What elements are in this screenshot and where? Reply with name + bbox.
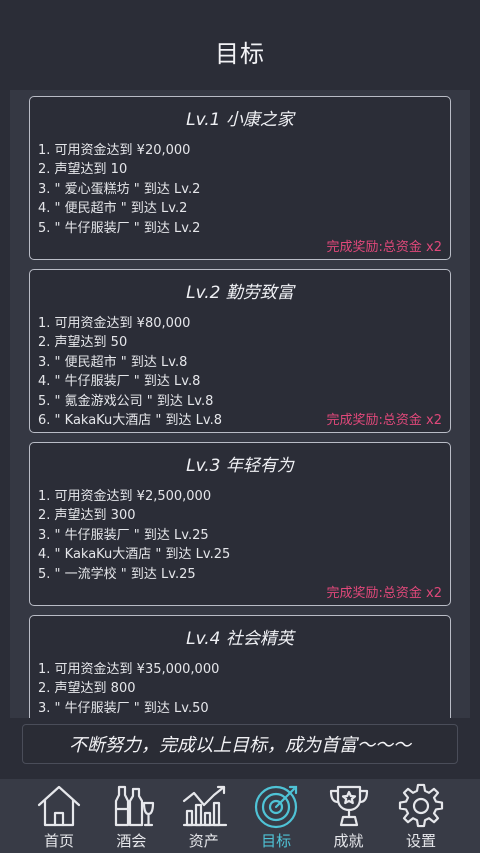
wine-bottles-icon bbox=[107, 783, 155, 829]
page-title: 目标 bbox=[215, 39, 265, 68]
home-icon bbox=[35, 783, 83, 829]
requirement-item: 5. " 一流学校 " 到达 Lv.25 bbox=[38, 566, 196, 582]
goal-title: Lv.1 小康之家 bbox=[186, 110, 294, 130]
goal-card-lv4[interactable]: Lv.4 社会精英 1. 可用资金达到 ¥35,000,000 2. 声望达到 … bbox=[29, 615, 451, 718]
goal-title: Lv.4 社会精英 bbox=[186, 629, 294, 649]
app-root: 目标 Lv.1 小康之家 1. 可用资金达到 ¥20,000 2. 声望达到 1… bbox=[0, 0, 480, 853]
goal-reward: 完成奖励:总资金 x2 bbox=[326, 413, 442, 428]
requirement-item: 1. 可用资金达到 ¥80,000 bbox=[38, 316, 191, 331]
goal-reward: 完成奖励:总资金 x2 bbox=[326, 240, 442, 255]
goal-card-lv3[interactable]: Lv.3 年轻有为 1. 可用资金达到 ¥2,500,000 2. 声望达到 3… bbox=[29, 442, 451, 606]
target-icon bbox=[252, 783, 300, 829]
nav-achievements[interactable]: 成就 bbox=[314, 779, 384, 853]
requirement-item: 2. 声望达到 50 bbox=[38, 335, 128, 351]
requirement-list: 1. 可用资金达到 ¥20,000 2. 声望达到 10 3. " 爱心蛋糕坊 … bbox=[38, 141, 200, 238]
bottom-nav: 首页 酒会 资产 目标 成就 设置 bbox=[0, 779, 480, 853]
nav-label: 成就 bbox=[333, 832, 364, 850]
requirement-item: 4. " 便民超市 " 到达 Lv.2 bbox=[38, 201, 188, 217]
goal-title: Lv.3 年轻有为 bbox=[186, 456, 294, 476]
requirement-item: 3. " 便民超市 " 到达 Lv.8 bbox=[38, 354, 188, 370]
motto-banner: 不断努力，完成以上目标，成为首富～～～ bbox=[22, 724, 458, 764]
nav-home[interactable]: 首页 bbox=[24, 779, 94, 853]
nav-assets[interactable]: 资产 bbox=[169, 779, 239, 853]
requirement-list: 1. 可用资金达到 ¥80,000 2. 声望达到 50 3. " 便民超市 "… bbox=[38, 314, 222, 430]
header: 目标 bbox=[0, 0, 480, 92]
growth-chart-icon bbox=[180, 783, 228, 829]
nav-party[interactable]: 酒会 bbox=[96, 779, 166, 853]
requirement-item: 5. " 牛仔服装厂 " 到达 Lv.2 bbox=[38, 220, 201, 236]
requirement-item: 1. 可用资金达到 ¥2,500,000 bbox=[38, 489, 212, 504]
gear-icon bbox=[397, 783, 445, 829]
goals-scroll-area[interactable]: Lv.1 小康之家 1. 可用资金达到 ¥20,000 2. 声望达到 10 3… bbox=[10, 90, 470, 718]
goal-card-lv2[interactable]: Lv.2 勤劳致富 1. 可用资金达到 ¥80,000 2. 声望达到 50 3… bbox=[29, 269, 451, 433]
requirement-item: 4. " KakaKu大酒店 " 到达 Lv.25 bbox=[38, 547, 231, 563]
requirement-list: 1. 可用资金达到 ¥2,500,000 2. 声望达到 300 3. " 牛仔… bbox=[38, 487, 230, 584]
nav-label: 目标 bbox=[261, 832, 292, 850]
nav-label: 资产 bbox=[188, 832, 219, 850]
requirement-item: 2. 声望达到 300 bbox=[38, 508, 136, 524]
requirement-item: 4. " 牛仔服装厂 " 到达 Lv.8 bbox=[38, 374, 201, 390]
requirement-item: 3. " 爱心蛋糕坊 " 到达 Lv.2 bbox=[38, 181, 201, 197]
requirement-item: 3. " 牛仔服装厂 " 到达 Lv.50 bbox=[38, 700, 209, 716]
nav-goals[interactable]: 目标 bbox=[241, 779, 311, 853]
goal-title: Lv.2 勤劳致富 bbox=[186, 283, 294, 303]
trophy-icon bbox=[325, 783, 373, 829]
goal-reward: 完成奖励:总资金 x2 bbox=[326, 586, 442, 601]
nav-label: 首页 bbox=[43, 832, 74, 850]
requirement-item: 1. 可用资金达到 ¥35,000,000 bbox=[38, 662, 220, 677]
goal-card-lv1[interactable]: Lv.1 小康之家 1. 可用资金达到 ¥20,000 2. 声望达到 10 3… bbox=[29, 96, 451, 260]
nav-label: 酒会 bbox=[116, 832, 147, 850]
requirement-item: 2. 声望达到 10 bbox=[38, 162, 128, 178]
requirement-item: 1. 可用资金达到 ¥20,000 bbox=[38, 143, 191, 158]
requirement-list: 1. 可用资金达到 ¥35,000,000 2. 声望达到 800 3. " 牛… bbox=[38, 660, 219, 718]
requirement-item: 6. " KakaKu大酒店 " 到达 Lv.8 bbox=[38, 413, 222, 429]
nav-settings[interactable]: 设置 bbox=[386, 779, 456, 853]
requirement-item: 5. " 氪金游戏公司 " 到达 Lv.8 bbox=[38, 393, 214, 409]
requirement-item: 3. " 牛仔服装厂 " 到达 Lv.25 bbox=[38, 527, 209, 543]
nav-label: 设置 bbox=[405, 832, 436, 850]
requirement-item: 2. 声望达到 800 bbox=[38, 681, 136, 697]
